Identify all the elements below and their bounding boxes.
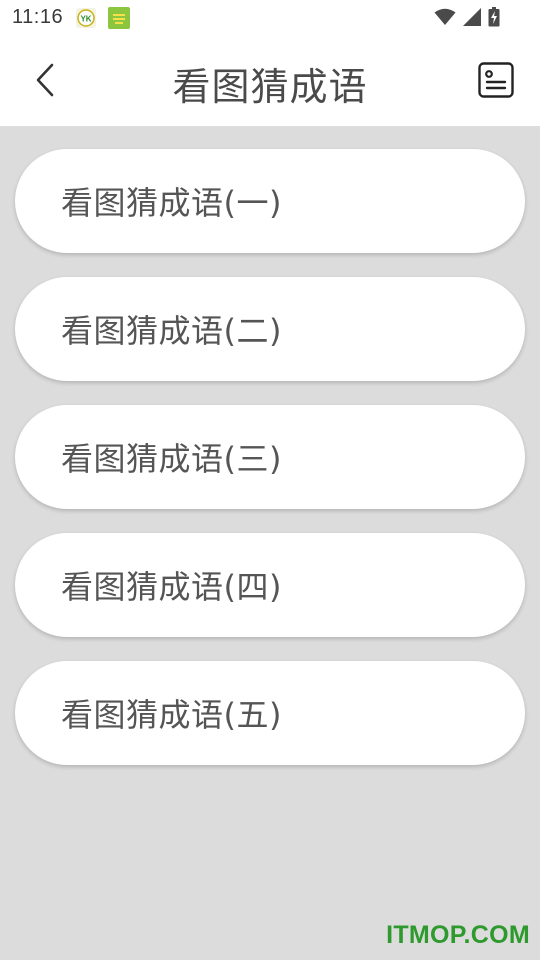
menu-button[interactable]	[478, 62, 514, 98]
yk-logo-icon: YK	[77, 9, 95, 27]
level-item-5[interactable]: 看图猜成语(五)	[15, 661, 525, 765]
yk-app-notification-icon: YK	[76, 8, 96, 28]
yk-logo-text: YK	[80, 15, 91, 24]
status-bar: 11:16 YK	[0, 0, 540, 36]
status-time: 11:16	[12, 6, 64, 28]
wifi-icon	[434, 8, 456, 25]
level-item-label: 看图猜成语(五)	[61, 696, 282, 734]
watermark: ITMOP.COM	[386, 921, 530, 949]
level-item-2[interactable]: 看图猜成语(二)	[15, 277, 525, 381]
level-item-label: 看图猜成语(三)	[61, 440, 282, 478]
list-document-icon	[478, 62, 514, 98]
green-app-notification-icon	[108, 7, 130, 29]
level-item-1[interactable]: 看图猜成语(一)	[15, 149, 525, 253]
level-list: 看图猜成语(一) 看图猜成语(二) 看图猜成语(三) 看图猜成语(四) 看图猜成…	[15, 149, 525, 789]
level-item-3[interactable]: 看图猜成语(三)	[15, 405, 525, 509]
top-area: 11:16 YK 看图猜成语	[0, 0, 540, 126]
status-icons	[434, 7, 500, 27]
cellular-signal-icon	[463, 8, 481, 26]
navigation-bar: 看图猜成语	[0, 36, 540, 126]
level-item-label: 看图猜成语(四)	[61, 568, 282, 606]
level-item-label: 看图猜成语(一)	[61, 184, 282, 222]
green-app-icon	[109, 8, 129, 28]
level-item-label: 看图猜成语(二)	[61, 312, 282, 350]
battery-charging-icon	[488, 7, 500, 27]
level-item-4[interactable]: 看图猜成语(四)	[15, 533, 525, 637]
page-title: 看图猜成语	[172, 65, 368, 109]
